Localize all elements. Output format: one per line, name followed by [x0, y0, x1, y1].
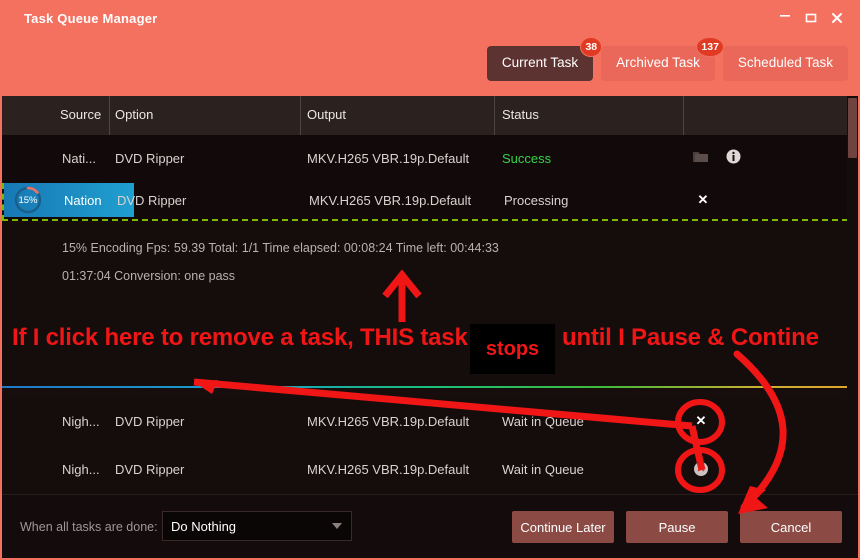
table-row[interactable]: Nigh... DVD Ripper MKV.H265 VBR.19p.Defa…	[2, 446, 858, 494]
column-header-source[interactable]: Source	[60, 107, 101, 122]
window-controls	[772, 7, 850, 29]
header-divider-2	[300, 96, 301, 135]
circular-progress-indicator: 15%	[14, 186, 42, 214]
chevron-down-icon	[332, 523, 342, 529]
folder-icon[interactable]	[692, 149, 709, 167]
remove-task-icon[interactable]: ✕	[696, 193, 710, 207]
cell-status: Processing	[504, 193, 569, 208]
table-row[interactable]: Nigh... DVD Ripper MKV.H265 VBR.19p.Defa…	[2, 398, 858, 446]
pause-button[interactable]: Pause	[626, 511, 728, 543]
cell-source: Nigh...	[62, 462, 100, 477]
cell-option: DVD Ripper	[115, 414, 185, 429]
cell-source: Nati...	[62, 151, 96, 166]
title-bar: Task Queue Manager Current Task 38 Archi…	[2, 2, 858, 96]
cell-source: Nigh...	[62, 414, 100, 429]
table-row[interactable]: Nati... DVD Ripper MKV.H265 VBR.19p.Defa…	[2, 135, 858, 183]
when-all-tasks-done-label: When all tasks are done:	[20, 520, 158, 534]
progress-percent-label: 15%	[18, 194, 38, 206]
cell-status: Success	[502, 151, 552, 166]
cell-output: MKV.H265 VBR.19p.Default	[307, 414, 470, 429]
tab-archived-task[interactable]: Archived Task 137	[601, 37, 724, 81]
maximize-icon[interactable]	[798, 7, 824, 29]
remove-task-icon[interactable]: ✕	[694, 414, 708, 428]
info-icon[interactable]	[726, 149, 741, 167]
table-header: Source Option Output Status	[2, 96, 858, 135]
tab-current-task[interactable]: Current Task 38	[486, 37, 603, 81]
when-all-tasks-done-value: Do Nothing	[171, 518, 237, 534]
tab-archived-task-badge: 137	[696, 37, 724, 57]
continue-later-button[interactable]: Continue Later	[512, 511, 614, 543]
cell-status: Wait in Queue	[502, 462, 584, 477]
cancel-button[interactable]: Cancel	[740, 511, 842, 543]
cell-source: Nation	[64, 193, 102, 208]
window-title: Task Queue Manager	[24, 11, 158, 26]
progress-detail-line-2: 01:37:04 Conversion: one pass	[62, 269, 236, 283]
cell-option: DVD Ripper	[115, 462, 185, 477]
tab-current-task-badge: 38	[580, 37, 603, 57]
cell-status: Wait in Queue	[502, 414, 584, 429]
close-icon[interactable]	[824, 7, 850, 29]
tab-archived-task-label: Archived Task	[616, 55, 700, 70]
cell-output: MKV.H265 VBR.19p.Default	[307, 462, 470, 477]
cell-option: DVD Ripper	[117, 193, 187, 208]
cell-option: DVD Ripper	[115, 151, 185, 166]
progress-detail-line-1: 15% Encoding Fps: 59.39 Total: 1/1 Time …	[62, 241, 499, 255]
column-header-status[interactable]: Status	[502, 107, 539, 122]
cell-output: MKV.H265 VBR.19p.Default	[309, 193, 472, 208]
progress-detail-panel: 15% Encoding Fps: 59.39 Total: 1/1 Time …	[2, 223, 858, 388]
minimize-icon[interactable]	[772, 7, 798, 29]
header-divider-4	[683, 96, 684, 135]
tab-bar: Current Task 38 Archived Task 137 Schedu…	[486, 37, 848, 81]
tab-scheduled-task-label: Scheduled Task	[737, 55, 833, 70]
header-divider-1	[109, 96, 110, 135]
task-queue-manager-window: Task Queue Manager Current Task 38 Archi…	[0, 0, 860, 560]
when-all-tasks-done-select[interactable]: Do Nothing	[162, 511, 352, 541]
tab-current-task-label: Current Task	[501, 55, 579, 70]
header-divider-3	[494, 96, 495, 135]
column-header-output[interactable]: Output	[307, 107, 346, 122]
remove-task-icon[interactable]: ✕	[694, 462, 708, 476]
footer-bar: When all tasks are done: Do Nothing Cont…	[2, 494, 858, 558]
tab-scheduled-task[interactable]: Scheduled Task	[722, 46, 848, 81]
column-header-option[interactable]: Option	[115, 107, 153, 122]
scrollbar-thumb[interactable]	[848, 98, 857, 158]
progress-gradient-rule	[2, 386, 858, 388]
footer-buttons: Continue Later Pause Cancel	[512, 511, 842, 543]
table-row-processing[interactable]: 15% Nation DVD Ripper MKV.H265 VBR.19p.D…	[2, 183, 858, 221]
cell-output: MKV.H265 VBR.19p.Default	[307, 151, 470, 166]
